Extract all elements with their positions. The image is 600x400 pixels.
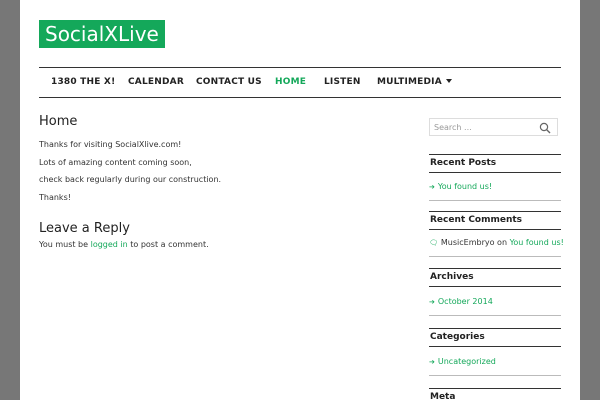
comment-author: MusicEmbryo xyxy=(440,238,495,247)
login-note-prefix: You must be xyxy=(39,240,89,249)
reply-title: Leave a Reply xyxy=(39,221,130,236)
nav-item-multimedia[interactable]: MULTIMEDIA xyxy=(377,68,452,97)
nav-item-contact-us[interactable]: CONTACT US xyxy=(196,68,262,97)
search-icon[interactable] xyxy=(539,122,551,134)
chevron-down-icon xyxy=(445,78,452,83)
widget-title-archives: Archives xyxy=(429,268,561,287)
login-link[interactable]: logged in xyxy=(91,240,128,249)
page: SocialXLive 1380 THE X! CALENDAR CONTACT… xyxy=(20,0,580,400)
login-note-suffix: to post a comment. xyxy=(130,240,209,249)
content-paragraph: check back regularly during our construc… xyxy=(39,175,222,184)
widget-divider xyxy=(429,315,561,316)
comment-post-link[interactable]: You found us! xyxy=(510,238,564,247)
archive-link[interactable]: October 2014 xyxy=(438,297,493,306)
category-item[interactable]: ➔ Uncategorized xyxy=(429,356,496,368)
widget-title-categories: Categories xyxy=(429,328,561,347)
comment-on: on xyxy=(497,238,508,247)
recent-post-link[interactable]: You found us! xyxy=(438,182,492,191)
nav-item-home[interactable]: HOME xyxy=(275,68,306,97)
arrow-right-icon: ➔ xyxy=(429,298,435,306)
widget-divider xyxy=(429,200,561,201)
widget-title-recent-posts: Recent Posts xyxy=(429,154,561,173)
nav-item-multimedia-label: MULTIMEDIA xyxy=(377,77,442,87)
nav-item-listen[interactable]: LISTEN xyxy=(324,68,361,97)
content-paragraph: Thanks! xyxy=(39,193,71,202)
archive-item[interactable]: ➔ October 2014 xyxy=(429,296,493,308)
arrow-right-icon: ➔ xyxy=(429,358,435,366)
arrow-right-icon: ➔ xyxy=(429,183,435,191)
widget-title-meta: Meta xyxy=(429,388,561,400)
search-input[interactable] xyxy=(430,119,530,135)
nav-item-calendar[interactable]: CALENDAR xyxy=(128,68,184,97)
site-logo[interactable]: SocialXLive xyxy=(39,20,165,48)
category-link[interactable]: Uncategorized xyxy=(438,357,496,366)
search-box xyxy=(429,118,558,136)
login-note: You must be logged in to post a comment. xyxy=(39,239,209,251)
content-paragraph: Lots of amazing content coming soon, xyxy=(39,158,192,167)
main-nav: 1380 THE X! CALENDAR CONTACT US HOME LIS… xyxy=(39,67,561,98)
recent-comment-item: 🗨 MusicEmbryo on You found us! xyxy=(429,237,564,249)
comment-icon: 🗨 xyxy=(429,239,438,247)
widget-title-recent-comments: Recent Comments xyxy=(429,211,561,230)
recent-post-item[interactable]: ➔ You found us! xyxy=(429,181,492,193)
widget-divider xyxy=(429,256,561,257)
page-title: Home xyxy=(39,114,78,129)
nav-item-1380-the-x[interactable]: 1380 THE X! xyxy=(51,68,115,97)
content-paragraph: Thanks for visiting SocialXlive.com! xyxy=(39,140,182,149)
widget-divider xyxy=(429,375,561,376)
